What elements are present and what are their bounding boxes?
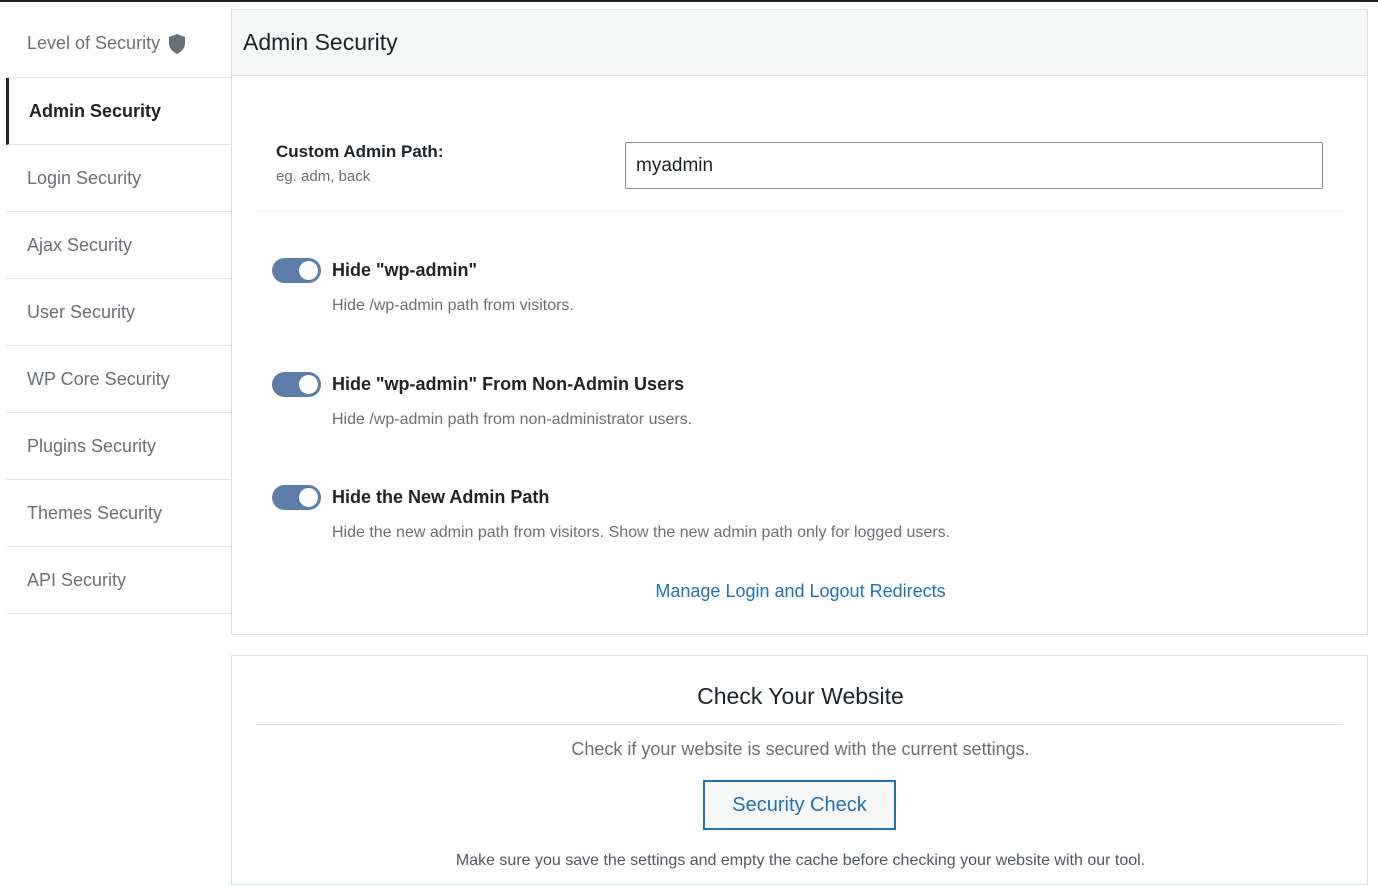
sidebar-item-api-security[interactable]: API Security [6,547,232,614]
check-website-panel: Check Your Website Check if your website… [231,655,1368,885]
custom-admin-path-label: Custom Admin Path: [276,142,444,161]
panel-title: Admin Security [243,29,398,55]
custom-admin-path-input[interactable] [625,142,1323,189]
toggle-title: Hide "wp-admin" [332,260,478,280]
hide-new-admin-path-toggle[interactable] [272,485,321,510]
check-title: Check Your Website [697,683,904,709]
sidebar-item-label: Plugins Security [27,435,157,456]
top-border [0,0,1378,2]
toggle-title: Hide the New Admin Path [332,487,550,507]
sidebar-item-label: Login Security [27,167,142,188]
sidebar-item-label: Ajax Security [27,234,133,255]
sidebar-item-plugins-security[interactable]: Plugins Security [6,413,232,480]
hide-wp-admin-non-admin-toggle[interactable] [272,372,321,397]
toggle-description: Hide /wp-admin path from visitors. [332,297,574,314]
sidebar-item-user-security[interactable]: User Security [6,279,232,346]
admin-security-panel: Admin Security Custom Admin Path: eg. ad… [231,9,1368,635]
sidebar-item-label: Themes Security [27,502,163,523]
custom-admin-path-hint: eg. adm, back [276,168,371,185]
sidebar-nav: Level of Security Admin Security Login S… [6,10,232,614]
manage-redirects-link[interactable]: Manage Login and Logout Redirects [232,581,1369,602]
toggle-knob [299,375,318,394]
security-check-button[interactable]: Security Check [703,780,896,830]
sidebar-item-label: Admin Security [29,100,162,121]
toggle-knob [299,261,318,280]
sidebar-item-level-of-security[interactable]: Level of Security [6,10,232,78]
toggle-description: Hide the new admin path from visitors. S… [332,524,951,541]
sidebar-item-themes-security[interactable]: Themes Security [6,480,232,547]
check-description: Check if your website is secured with th… [571,739,1030,759]
toggle-row-hide-new-admin-path: Hide the New Admin Path Hide the new adm… [272,485,950,542]
shield-icon [168,33,186,54]
sidebar-item-wp-core-security[interactable]: WP Core Security [6,346,232,413]
sidebar-item-label: API Security [27,569,127,590]
hide-wp-admin-toggle[interactable] [272,258,321,283]
toggle-row-hide-wp-admin: Hide "wp-admin" Hide /wp-admin path from… [272,258,574,315]
sidebar-item-label: Level of Security [27,33,161,53]
toggle-row-hide-wp-admin-non-admin: Hide "wp-admin" From Non-Admin Users Hid… [272,372,692,429]
panel-header: Admin Security [232,10,1367,76]
sidebar-item-ajax-security[interactable]: Ajax Security [6,212,232,279]
toggle-title: Hide "wp-admin" From Non-Admin Users [332,374,685,394]
toggle-description: Hide /wp-admin path from non-administrat… [332,411,693,428]
section-divider [256,211,1343,212]
sidebar-item-admin-security[interactable]: Admin Security [6,78,232,145]
toggle-knob [299,488,318,507]
check-divider [256,724,1343,725]
check-note: Make sure you save the settings and empt… [455,852,1146,869]
sidebar-item-label: User Security [27,301,136,322]
custom-admin-path-row: Custom Admin Path: eg. adm, back [276,142,443,185]
sidebar-item-label: WP Core Security [27,368,170,389]
sidebar-item-login-security[interactable]: Login Security [6,145,232,212]
